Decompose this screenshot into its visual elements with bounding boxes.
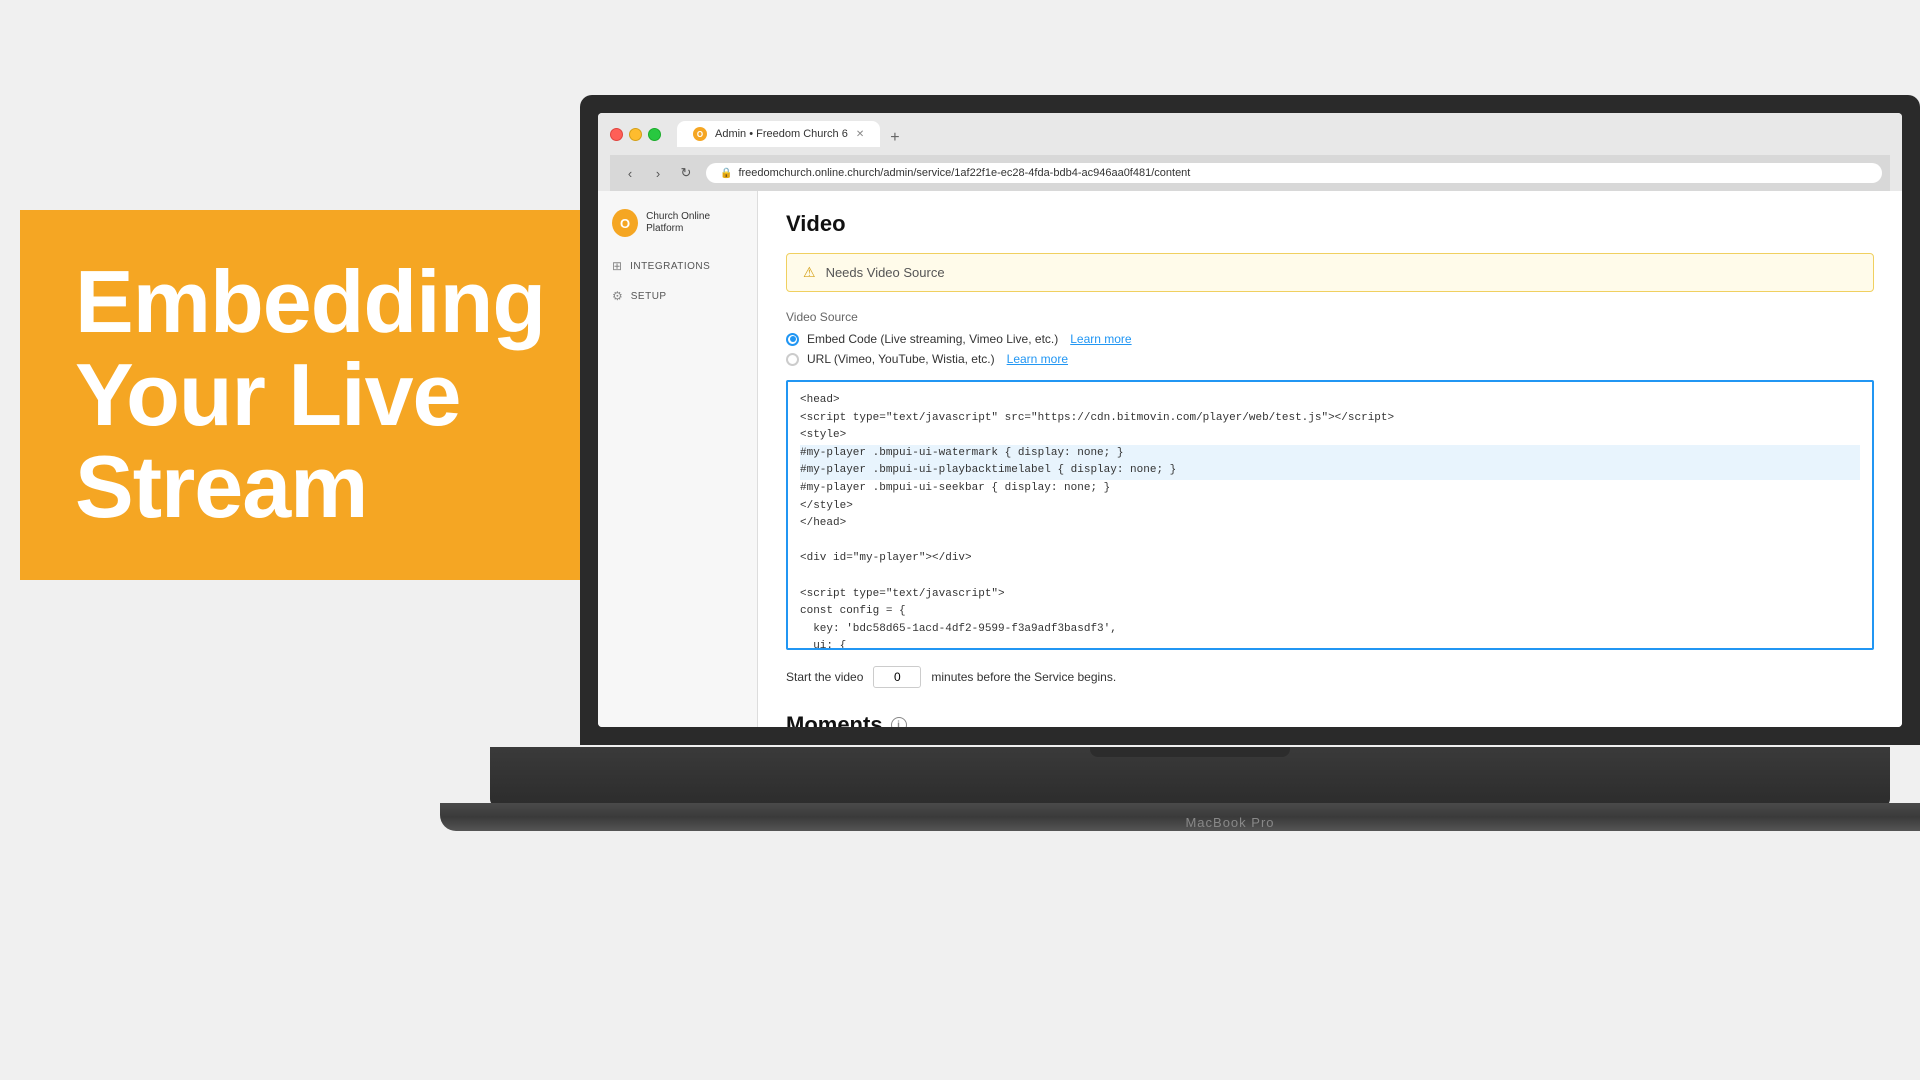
code-line-10: <div id="my-player"></div> [800,550,1860,568]
moments-info-icon[interactable]: i [891,717,907,727]
sidebar-item-setup[interactable]: ⚙ SETUP [598,281,757,311]
radio-embed[interactable]: Embed Code (Live streaming, Vimeo Live, … [786,332,1874,346]
screen-inner: O Admin • Freedom Church 6 ✕ + ‹ › ↻ [598,113,1902,727]
traffic-lights [610,128,661,141]
sidebar-item-label: SETUP [631,291,667,302]
code-line-12: <script type="text/javascript"> [800,586,1860,604]
code-line-7: </style> [800,498,1860,516]
laptop-notch [1090,747,1290,757]
radio-embed-label: Embed Code (Live streaming, Vimeo Live, … [807,332,1058,346]
sidebar-logo: O Church Online Platform [598,201,757,251]
minutes-row: Start the video minutes before the Servi… [786,666,1874,688]
warning-text: Needs Video Source [826,265,945,280]
video-source-radio-group: Embed Code (Live streaming, Vimeo Live, … [786,332,1874,366]
code-line-11 [800,568,1860,586]
minutes-label-after: minutes before the Service begins. [931,670,1116,684]
radio-url[interactable]: URL (Vimeo, YouTube, Wistia, etc.) Learn… [786,352,1874,366]
browser-chrome: O Admin • Freedom Church 6 ✕ + ‹ › ↻ [598,113,1902,191]
main-content: Video ⚠ Needs Video Source Video Source … [758,191,1902,727]
code-line-8: </head> [800,515,1860,533]
video-section-title: Video [786,211,1874,237]
code-line-4: #my-player .bmpui-ui-watermark { display… [800,445,1860,463]
sidebar: O Church Online Platform ⊞ INTEGRATIONS … [598,191,758,727]
sidebar-item-integrations[interactable]: ⊞ INTEGRATIONS [598,251,757,281]
code-line-1: <head> [800,392,1860,410]
minimize-button[interactable] [629,128,642,141]
warning-icon: ⚠ [803,264,816,281]
browser-content: O Church Online Platform ⊞ INTEGRATIONS … [598,191,1902,727]
sidebar-item-label: INTEGRATIONS [630,261,710,272]
integrations-icon: ⊞ [612,259,622,273]
banner-text: EmbeddingYour LiveStream [75,256,545,533]
address-bar-row: ‹ › ↻ 🔒 freedomchurch.online.church/admi… [610,155,1890,191]
laptop-container: O Admin • Freedom Church 6 ✕ + ‹ › ↻ [520,75,1920,975]
video-source-label: Video Source [786,310,1874,324]
minutes-input[interactable] [873,666,921,688]
warning-banner: ⚠ Needs Video Source [786,253,1874,292]
code-line-6: #my-player .bmpui-ui-seekbar { display: … [800,480,1860,498]
code-line-5: #my-player .bmpui-ui-playbacktimelabel {… [800,462,1860,480]
new-tab-button[interactable]: + [882,129,907,147]
close-button[interactable] [610,128,623,141]
maximize-button[interactable] [648,128,661,141]
code-line-13: const config = { [800,603,1860,621]
laptop-bottom-bezel [490,747,1890,807]
code-line-9 [800,533,1860,551]
reload-button[interactable]: ↻ [674,161,698,185]
back-button[interactable]: ‹ [618,161,642,185]
tab-favicon: O [693,127,707,141]
address-text: freedomchurch.online.church/admin/servic… [738,167,1190,179]
nav-buttons: ‹ › ↻ [618,161,698,185]
macbook-model-label: MacBook Pro [1185,815,1274,830]
learn-more-embed-link[interactable]: Learn more [1070,332,1131,346]
laptop-base [440,803,1920,831]
moments-section-title: Moments i [786,712,1874,727]
code-line-14: key: 'bdc58d65-1acd-4df2-9599-f3a9adf3ba… [800,621,1860,639]
radio-embed-dot[interactable] [786,333,799,346]
tab-close-icon[interactable]: ✕ [856,129,864,140]
screen-bezel: O Admin • Freedom Church 6 ✕ + ‹ › ↻ [580,95,1920,745]
tab-title: Admin • Freedom Church 6 [715,128,848,140]
code-line-2: <script type="text/javascript" src="http… [800,410,1860,428]
address-bar[interactable]: 🔒 freedomchurch.online.church/admin/serv… [706,163,1882,183]
code-editor[interactable]: <head> <script type="text/javascript" sr… [786,380,1874,650]
learn-more-url-link[interactable]: Learn more [1007,352,1068,366]
setup-icon: ⚙ [612,289,623,303]
radio-url-dot[interactable] [786,353,799,366]
forward-button[interactable]: › [646,161,670,185]
tab-bar: O Admin • Freedom Church 6 ✕ + [677,121,908,147]
radio-url-label: URL (Vimeo, YouTube, Wistia, etc.) [807,352,995,366]
moments-title-text: Moments [786,712,883,727]
code-line-15: ui: { [800,638,1860,650]
logo-text: Church Online Platform [646,211,743,235]
title-bar: O Admin • Freedom Church 6 ✕ + [610,121,1890,147]
logo-icon: O [612,209,638,237]
code-line-3: <style> [800,427,1860,445]
browser-tab-active[interactable]: O Admin • Freedom Church 6 ✕ [677,121,880,147]
lock-icon: 🔒 [720,168,732,179]
minutes-label-before: Start the video [786,670,863,684]
